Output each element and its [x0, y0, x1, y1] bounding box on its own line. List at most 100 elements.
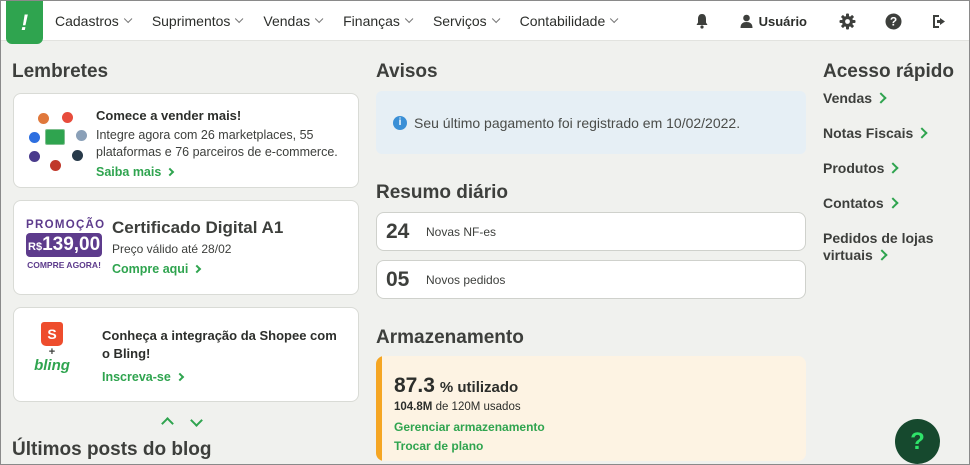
top-navbar: ! Cadastros Suprimentos Vendas Finanças …	[1, 1, 969, 44]
chevron-right-icon	[887, 162, 900, 174]
marketplace-logo-icon	[62, 112, 73, 123]
summary-row-pedidos[interactable]: 05 Novos pedidos	[376, 260, 806, 299]
carousel-down-icon[interactable]	[190, 414, 203, 427]
marketplace-logo-icon	[50, 160, 61, 171]
change-plan-link[interactable]: Trocar de plano	[394, 439, 483, 453]
main-nav: Cadastros Suprimentos Vendas Finanças Se…	[55, 1, 638, 41]
chevron-down-icon	[315, 14, 324, 24]
quick-link-pedidos-lojas[interactable]: Pedidos de lojas virtuais	[823, 230, 953, 264]
nav-label: Vendas	[263, 13, 311, 29]
chevron-down-icon	[123, 14, 133, 24]
storage-percent: 87.3% utilizado	[394, 374, 518, 398]
inscreva-se-link[interactable]: Inscreva-se	[102, 368, 342, 386]
bling-wordmark: bling	[34, 357, 70, 374]
compre-aqui-link[interactable]: Compre aqui	[112, 260, 352, 278]
chevron-down-icon	[610, 14, 619, 24]
link-label: Saiba mais	[96, 165, 162, 179]
summary-label: Novos pedidos	[426, 272, 506, 287]
nav-servicos[interactable]: Serviços	[432, 13, 500, 29]
bling-logo[interactable]: !	[6, 1, 43, 44]
quick-link-notas-fiscais[interactable]: Notas Fiscais	[823, 125, 928, 142]
saiba-mais-link[interactable]: Saiba mais	[96, 163, 346, 181]
promo-word: PROMOÇÃO	[26, 219, 106, 231]
quick-link-label: Vendas	[823, 90, 873, 106]
question-icon: ?	[910, 427, 925, 455]
notices-heading: Avisos	[376, 61, 438, 82]
quick-link-label: Pedidos de lojas virtuais	[823, 230, 934, 263]
carousel-up-icon[interactable]	[161, 417, 174, 430]
daily-summary-heading: Resumo diário	[376, 182, 508, 203]
nav-label: Cadastros	[55, 13, 119, 29]
marketplace-logo-icon	[72, 150, 83, 161]
shopee-content: Conheça a integração da Shopee com o Bli…	[102, 327, 342, 386]
quick-link-label: Notas Fiscais	[823, 125, 914, 141]
marketplaces-content: Comece a vender mais! Integre agora com …	[96, 108, 346, 181]
quick-access-heading: Acesso rápido	[823, 61, 954, 82]
marketplace-logo-icon	[29, 132, 40, 143]
quick-link-produtos[interactable]: Produtos	[823, 160, 900, 177]
nav-contabilidade[interactable]: Contabilidade	[519, 13, 619, 29]
gear-icon[interactable]	[837, 11, 857, 31]
storage-used: 104.8M	[394, 401, 433, 413]
shopee-bling-logo: S + bling	[28, 322, 76, 392]
storage-usage: 104.8M de 120M usados	[394, 401, 521, 413]
storage-accent-bar	[376, 356, 382, 461]
chevron-right-icon	[193, 264, 202, 274]
shopee-title: Conheça a integração da Shopee com o Bli…	[102, 328, 337, 361]
chevron-right-icon	[166, 167, 175, 177]
nav-vendas[interactable]: Vendas	[263, 13, 324, 29]
nav-label: Serviços	[432, 13, 487, 29]
logout-icon[interactable]	[929, 11, 949, 31]
nav-label: Suprimentos	[151, 13, 231, 29]
storage-total: de 120M usados	[435, 401, 521, 413]
chevron-right-icon	[875, 92, 887, 104]
chevron-right-icon	[887, 197, 899, 209]
marketplace-logo-icon	[38, 113, 49, 124]
nav-label: Contabilidade	[519, 13, 606, 29]
quick-link-label: Produtos	[823, 160, 885, 176]
svg-text:?: ?	[889, 14, 896, 28]
nav-cadastros[interactable]: Cadastros	[55, 13, 133, 29]
help-chat-button[interactable]: ?	[895, 419, 940, 464]
user-menu[interactable]: Usuário	[740, 14, 807, 29]
bell-icon[interactable]	[692, 11, 712, 31]
reminder-card-shopee: S + bling Conheça a integração da Shopee…	[13, 307, 359, 402]
quick-link-contatos[interactable]: Contatos	[823, 195, 899, 212]
storage-percent-suffix: % utilizado	[439, 379, 519, 396]
notice-box: i Seu último pagamento foi registrado em…	[376, 91, 806, 154]
chevron-right-icon	[876, 249, 888, 261]
storage-heading: Armazenamento	[376, 327, 524, 348]
certificate-content: Certificado Digital A1 Preço válido até …	[112, 218, 352, 278]
storage-card: 87.3% utilizado 104.8M de 120M usados Ge…	[376, 356, 806, 461]
certificate-validity: Preço válido até 28/02	[112, 242, 232, 256]
summary-row-nfes[interactable]: 24 Novas NF-es	[376, 212, 806, 251]
help-icon[interactable]: ?	[883, 11, 903, 31]
monitor-icon	[45, 129, 65, 145]
chevron-down-icon	[235, 14, 244, 24]
info-icon: i	[393, 115, 407, 130]
nav-financas[interactable]: Finanças	[343, 13, 414, 29]
price-value: 139,00	[42, 234, 101, 255]
certificate-title: Certificado Digital A1	[112, 218, 284, 237]
link-label: Compre aqui	[112, 262, 189, 276]
reminder-card-certificate: PROMOÇÃO R$139,00 COMPRE AGORA! Certific…	[13, 200, 359, 295]
shopee-bag-icon: S	[41, 322, 63, 346]
quick-link-vendas[interactable]: Vendas	[823, 90, 887, 107]
marketplaces-title: Comece a vender mais!	[96, 108, 242, 123]
promo-badge: PROMOÇÃO R$139,00 COMPRE AGORA!	[26, 219, 106, 270]
marketplaces-text: Integre agora com 26 marketplaces, 55 pl…	[96, 128, 338, 159]
storage-percent-value: 87.3	[394, 374, 435, 397]
promo-buy-now: COMPRE AGORA!	[27, 260, 101, 270]
manage-storage-link[interactable]: Gerenciar armazenamento	[394, 420, 545, 434]
reminders-heading: Lembretes	[12, 61, 109, 82]
chevron-right-icon	[175, 372, 185, 382]
nav-right-tools: Usuário ?	[692, 1, 969, 41]
blog-heading: Últimos posts do blog	[12, 439, 212, 460]
promo-price: R$139,00	[26, 233, 102, 257]
price-currency: R$	[28, 241, 43, 253]
link-label: Inscreva-se	[102, 370, 171, 384]
chevron-right-icon	[916, 127, 928, 139]
marketplace-logo-icon	[76, 130, 87, 141]
nav-suprimentos[interactable]: Suprimentos	[151, 13, 244, 29]
marketplace-logo-icon	[29, 151, 40, 162]
